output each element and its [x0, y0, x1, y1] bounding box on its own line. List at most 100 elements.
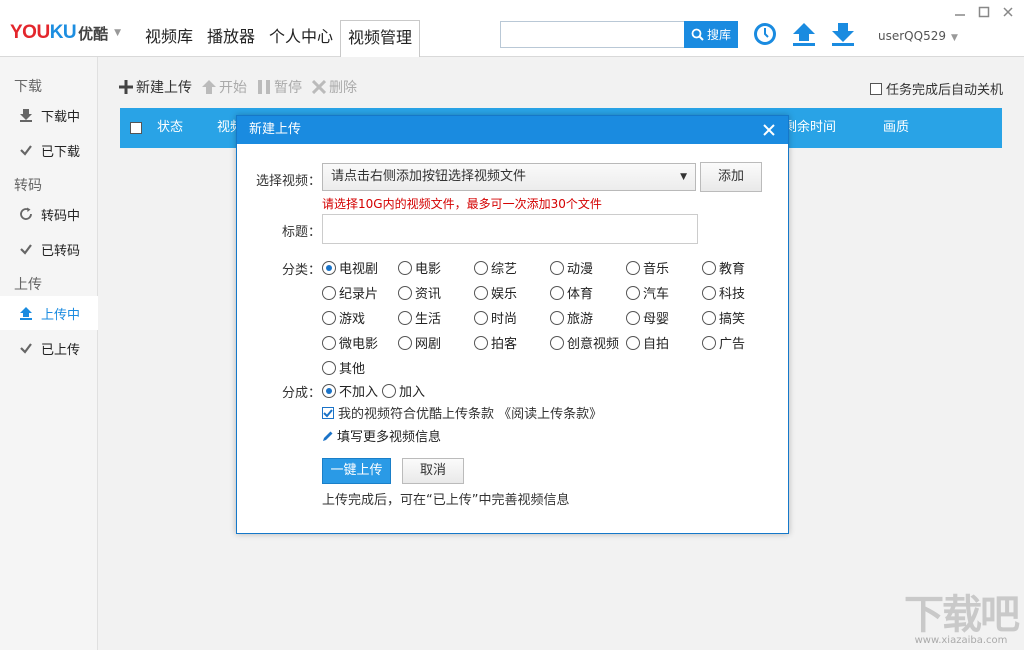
sidebar-item-downloading[interactable]: 下载中: [0, 98, 98, 132]
pause-button[interactable]: 暂停: [257, 77, 302, 97]
minimize-icon[interactable]: [952, 4, 968, 20]
category-option[interactable]: 搞笑: [702, 308, 745, 327]
select-video-label: 选择视频：: [255, 174, 321, 189]
tab-personal-center[interactable]: 个人中心: [262, 20, 340, 57]
category-option[interactable]: 音乐: [626, 258, 669, 277]
category-option-label: 娱乐: [491, 287, 518, 302]
category-option[interactable]: 生活: [398, 308, 441, 327]
sidebar-item-label: 已下载: [41, 144, 81, 160]
category-option[interactable]: 拍客: [474, 333, 517, 352]
category-option-label: 电视剧: [339, 262, 379, 277]
chevron-down-icon: ▼: [114, 28, 122, 38]
select-all-checkbox[interactable]: [130, 122, 142, 134]
category-option[interactable]: 网剧: [398, 333, 441, 352]
sidebar-item-uploaded[interactable]: 已上传: [0, 331, 98, 365]
title-input[interactable]: [322, 214, 698, 244]
maximize-icon[interactable]: [976, 4, 992, 20]
category-option[interactable]: 电影: [398, 258, 441, 277]
pause-icon: [258, 80, 270, 94]
category-option[interactable]: 其他: [322, 358, 365, 377]
upload-tip: 上传完成后，可在“已上传”中完善视频信息: [322, 493, 570, 508]
history-icon[interactable]: [752, 21, 778, 47]
radio-dot: [382, 383, 396, 398]
radio-dot: [322, 260, 336, 275]
category-option-label: 游戏: [339, 312, 366, 327]
share-option-no[interactable]: 不加入: [322, 381, 378, 400]
category-option[interactable]: 时尚: [474, 308, 517, 327]
delete-button[interactable]: 删除: [312, 77, 357, 97]
radio-dot: [626, 285, 640, 300]
toolbar: 新建上传 开始 暂停 删除: [119, 77, 357, 97]
search-button[interactable]: 搜库: [684, 21, 738, 48]
upload-arrow-icon: [18, 305, 34, 321]
add-file-button[interactable]: 添加: [700, 162, 762, 192]
upload-icon[interactable]: [791, 21, 817, 47]
download-icon[interactable]: [830, 21, 856, 47]
col-quality[interactable]: 画质: [883, 108, 909, 148]
category-option[interactable]: 游戏: [322, 308, 365, 327]
category-option[interactable]: 娱乐: [474, 283, 517, 302]
window-close-icon[interactable]: [1000, 4, 1016, 20]
one-click-upload-button[interactable]: 一键上传: [322, 458, 391, 484]
dialog-close-icon[interactable]: [760, 119, 778, 141]
user-menu[interactable]: userQQ529 ▼: [878, 29, 958, 43]
category-option[interactable]: 动漫: [550, 258, 593, 277]
category-option-label: 母婴: [643, 312, 670, 327]
sidebar-item-transcoding[interactable]: 转码中: [0, 197, 98, 231]
category-option-label: 创意视频: [567, 337, 620, 352]
radio-dot: [474, 310, 488, 325]
youku-logo[interactable]: YOUKU 优酷 ▼: [10, 22, 121, 44]
plus-icon: [119, 80, 133, 94]
category-option[interactable]: 母婴: [626, 308, 669, 327]
category-option[interactable]: 科技: [702, 283, 745, 302]
radio-dot: [322, 310, 336, 325]
sidebar-item-downloaded[interactable]: 已下载: [0, 133, 98, 167]
category-option-label: 音乐: [643, 262, 670, 277]
category-option[interactable]: 创意视频: [550, 333, 619, 352]
agreement-checkbox[interactable]: 我的视频符合优酷上传条款 《阅读上传条款》: [322, 403, 602, 422]
checkmark-icon: [18, 241, 34, 257]
tab-video-library[interactable]: 视频库: [138, 20, 200, 57]
col-remaining-time[interactable]: 剩余时间: [784, 108, 836, 148]
sidebar-section-download: 下载: [14, 79, 42, 95]
search-button-label: 搜库: [706, 28, 731, 42]
select-value: 请点击右侧添加按钮选择视频文件: [331, 169, 527, 184]
category-option[interactable]: 纪录片: [322, 283, 378, 302]
tab-player[interactable]: 播放器: [200, 20, 262, 57]
category-option-label: 纪录片: [339, 287, 379, 302]
tab-video-management[interactable]: 视频管理: [340, 20, 421, 58]
start-button[interactable]: 开始: [202, 77, 247, 97]
share-option-yes[interactable]: 加入: [382, 381, 425, 400]
category-option[interactable]: 综艺: [474, 258, 517, 277]
video-file-select[interactable]: 请点击右侧添加按钮选择视频文件 ▼: [322, 163, 696, 191]
new-upload-button[interactable]: 新建上传: [119, 77, 192, 97]
sidebar-item-transcoded[interactable]: 已转码: [0, 232, 98, 266]
category-option[interactable]: 资讯: [398, 283, 441, 302]
category-option[interactable]: 自拍: [626, 333, 669, 352]
radio-dot: [398, 260, 412, 275]
radio-dot: [474, 285, 488, 300]
category-option[interactable]: 汽车: [626, 283, 669, 302]
category-option[interactable]: 广告: [702, 333, 745, 352]
top-bar: YOUKU 优酷 ▼ 视频库 播放器 个人中心 视频管理 搜库 userQQ52…: [0, 0, 1024, 58]
category-option-label: 微电影: [339, 337, 379, 352]
category-option[interactable]: 电视剧: [322, 258, 378, 277]
search-icon: [691, 28, 704, 41]
auto-shutdown-checkbox[interactable]: 任务完成后自动关机: [869, 79, 1003, 98]
search-input[interactable]: [500, 21, 684, 48]
category-option[interactable]: 体育: [550, 283, 593, 302]
more-info-link[interactable]: 填写更多视频信息: [322, 426, 441, 445]
sidebar-item-uploading[interactable]: 上传中: [0, 296, 98, 330]
category-option-label: 拍客: [491, 337, 518, 352]
col-status[interactable]: 状态: [157, 108, 183, 148]
radio-dot: [550, 335, 564, 350]
radio-dot: [626, 335, 640, 350]
radio-dot: [550, 310, 564, 325]
category-option[interactable]: 旅游: [550, 308, 593, 327]
radio-dot: [322, 360, 336, 375]
sidebar: 下载 下载中 已下载 转码 转码中 已转码 上传 上传中 已上传: [0, 57, 98, 650]
cancel-button[interactable]: 取消: [402, 458, 464, 484]
category-option-label: 资讯: [415, 287, 442, 302]
category-option[interactable]: 教育: [702, 258, 745, 277]
category-option[interactable]: 微电影: [322, 333, 378, 352]
